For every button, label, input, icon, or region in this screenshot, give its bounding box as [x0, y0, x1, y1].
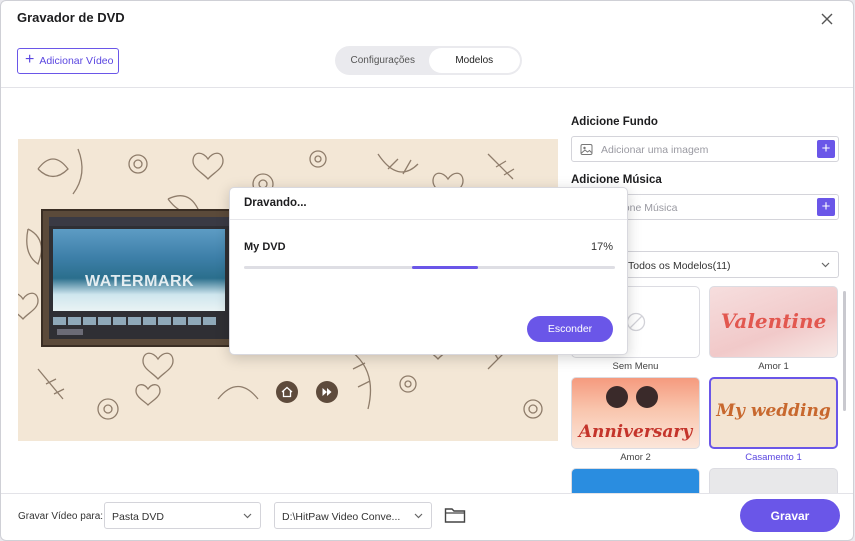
dvd-burner-window: Gravador de DVD + Adicionar Vídeo Config…: [0, 0, 854, 541]
output-path-value: D:\HitPaw Video Conve...: [282, 511, 401, 523]
no-menu-icon: [626, 312, 646, 332]
dialog-title: Dravando...: [244, 197, 307, 209]
dialog-divider: [230, 219, 627, 220]
home-button[interactable]: [276, 381, 298, 403]
girl-figure: [636, 386, 658, 408]
add-background-button[interactable]: +: [817, 140, 835, 158]
tab-switcher: Configurações Modelos: [335, 46, 522, 75]
image-icon: [580, 144, 593, 155]
template-art-text: Valentine: [720, 309, 827, 333]
burn-button[interactable]: Gravar: [740, 499, 840, 532]
fast-forward-icon: [322, 388, 332, 396]
chevron-down-icon: [243, 513, 252, 519]
template-art-text: Anniversary: [578, 422, 693, 442]
home-icon: [281, 386, 293, 398]
window-title: Gravador de DVD: [17, 10, 125, 25]
template-birthday[interactable]: [571, 468, 700, 494]
background-placeholder: Adicionar uma imagem: [601, 144, 709, 156]
template-love-2[interactable]: Anniversary: [571, 377, 700, 449]
watermark-text: WATERMARK: [85, 273, 195, 290]
dvd-name: My DVD: [244, 241, 286, 253]
add-video-label: Adicionar Vídeo: [39, 55, 114, 67]
frame-button: [57, 329, 83, 335]
template-wedding-1[interactable]: My wedding: [709, 377, 838, 449]
template-caption: Sem Menu: [612, 361, 659, 372]
header-divider: [1, 87, 853, 88]
target-value: Pasta DVD: [112, 511, 164, 523]
templates-scrollbar[interactable]: [843, 291, 846, 411]
chevron-down-icon: [821, 262, 830, 268]
background-label: Adicione Fundo: [571, 116, 658, 128]
hide-button[interactable]: Esconder: [527, 316, 613, 342]
plus-icon: +: [25, 51, 35, 68]
footer-divider: [1, 493, 853, 494]
tab-settings[interactable]: Configurações: [337, 48, 429, 73]
template-love-1[interactable]: Valentine: [709, 286, 838, 358]
add-video-button[interactable]: + Adicionar Vídeo: [17, 48, 119, 74]
templates-filter-value: Todos os Modelos(11): [628, 260, 731, 272]
progress-bar-fill: [412, 266, 478, 269]
progress-percent: 17%: [590, 241, 613, 253]
template-caption: Amor 1: [758, 361, 789, 372]
burning-progress-dialog: Dravando... My DVD 17% Esconder: [229, 187, 628, 355]
video-thumbnail: WATERMARK: [53, 229, 225, 311]
template-caption: Amor 2: [620, 452, 651, 463]
target-select[interactable]: Pasta DVD: [104, 502, 261, 529]
background-field[interactable]: Adicionar uma imagem +: [571, 136, 839, 162]
tab-templates[interactable]: Modelos: [428, 48, 520, 73]
progress-bar: [244, 266, 615, 269]
next-button[interactable]: [316, 381, 338, 403]
template-gray[interactable]: [709, 468, 838, 494]
chevron-down-icon: [414, 513, 423, 519]
boy-figure: [606, 386, 628, 408]
save-to-label: Gravar Vídeo para:: [18, 511, 104, 522]
template-art-text: My wedding: [716, 401, 831, 421]
folder-icon[interactable]: [444, 506, 466, 524]
template-caption: Casamento 1: [745, 452, 802, 463]
add-music-button[interactable]: +: [817, 198, 835, 216]
music-label: Adicione Música: [571, 174, 662, 186]
chapter-thumbnails: [53, 317, 216, 325]
close-icon[interactable]: [817, 9, 837, 29]
output-path-select[interactable]: D:\HitPaw Video Conve...: [274, 502, 432, 529]
